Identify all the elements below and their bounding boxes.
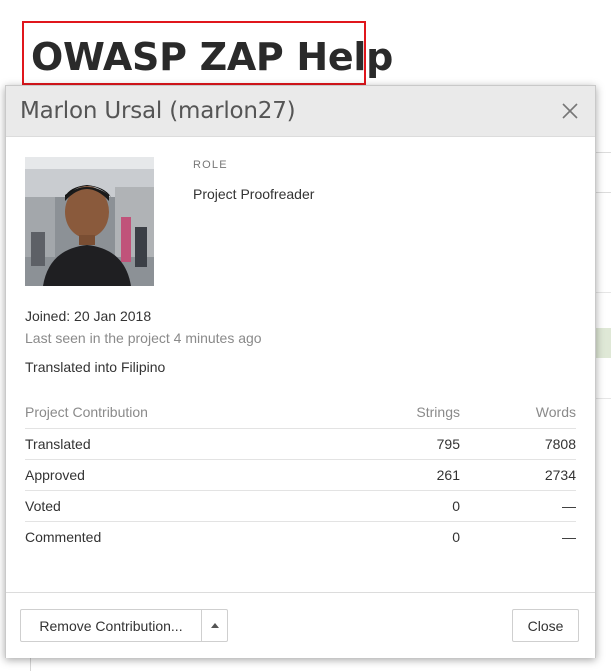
row-words: — [562, 529, 576, 545]
dialog-title: Marlon Ursal (marlon27) [20, 98, 296, 124]
remove-contribution-split-button: Remove Contribution... [20, 609, 228, 642]
background-divider [596, 152, 611, 153]
table-row: Voted 0 — [25, 491, 576, 522]
row-label: Approved [25, 467, 85, 483]
row-words: — [562, 498, 576, 514]
row-strings: 261 [436, 467, 460, 483]
role-label: ROLE [193, 159, 228, 171]
row-label: Translated [25, 436, 91, 452]
table-row: Commented 0 — [25, 522, 576, 553]
close-button[interactable]: Close [512, 609, 579, 642]
row-strings: 795 [436, 436, 460, 452]
table-row: Translated 795 7808 [25, 429, 576, 460]
background-highlight-row [596, 328, 611, 358]
close-icon[interactable] [561, 102, 579, 120]
row-words: 7808 [544, 436, 576, 452]
table-row: Approved 261 2734 [25, 460, 576, 491]
contribution-table: Project Contribution Strings Words Trans… [25, 398, 576, 553]
page-title: OWASP ZAP Help [31, 35, 394, 79]
header-project-contribution: Project Contribution [25, 404, 148, 420]
contribution-table-header: Project Contribution Strings Words [25, 398, 576, 429]
translated-into-language: Translated into Filipino [25, 359, 166, 375]
joined-date: Joined: 20 Jan 2018 [25, 308, 152, 324]
header-strings: Strings [416, 404, 460, 420]
background-divider [596, 192, 611, 193]
role-value: Project Proofreader [193, 186, 315, 202]
remove-contribution-menu-button[interactable] [202, 609, 228, 642]
header-words: Words [535, 404, 576, 420]
row-label: Voted [25, 498, 61, 514]
row-label: Commented [25, 529, 102, 545]
remove-contribution-button[interactable]: Remove Contribution... [20, 609, 202, 642]
row-strings: 0 [452, 498, 460, 514]
caret-up-icon [210, 623, 219, 628]
avatar [25, 157, 154, 286]
row-strings: 0 [452, 529, 460, 545]
background-divider [596, 292, 611, 293]
dialog-footer: Remove Contribution... Close [6, 592, 595, 658]
last-seen: Last seen in the project 4 minutes ago [25, 330, 262, 346]
background-divider [596, 398, 611, 399]
user-profile-dialog: Marlon Ursal (marlon27) ROLE Project Pro… [5, 85, 596, 658]
dialog-header: Marlon Ursal (marlon27) [6, 86, 595, 137]
row-words: 2734 [544, 467, 576, 483]
